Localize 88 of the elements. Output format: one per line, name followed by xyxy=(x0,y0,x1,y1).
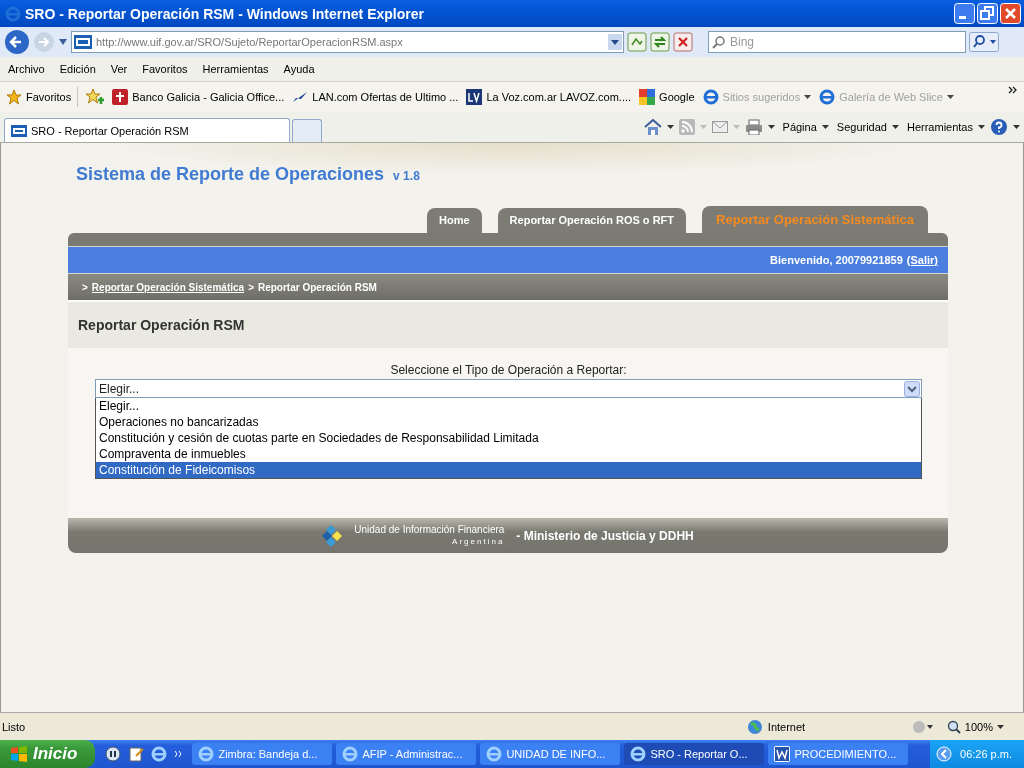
printer-icon[interactable] xyxy=(744,119,763,135)
ministry-name: - Ministerio de Justicia y DDHH xyxy=(516,528,694,543)
site-icon xyxy=(11,124,27,137)
caret-icon[interactable] xyxy=(666,125,674,129)
organization-name: Unidad de Información Financiera xyxy=(354,523,505,536)
address-field[interactable]: http://www.uif.gov.ar/SRO/Sujeto/ReportarOperacionRSM.aspx xyxy=(71,31,624,53)
caret-icon[interactable] xyxy=(1013,125,1020,129)
logout-link[interactable]: (Salir) xyxy=(906,254,938,266)
field-label: Seleccione el Tipo de Operación a Reportar: xyxy=(389,363,628,379)
minimize-icon[interactable] xyxy=(954,3,975,24)
browser-tab[interactable]: SRO - Reportar Operación RSM xyxy=(4,118,290,142)
taskbar-button[interactable]: Zimbra: Bandeja d... xyxy=(192,743,333,765)
favorite-link[interactable]: La Voz.com.ar LAVOZ.com.... xyxy=(466,89,632,105)
caret-icon[interactable] xyxy=(767,125,775,129)
taskbar-button[interactable]: UNIDAD DE INFO... xyxy=(480,743,621,765)
search-icon[interactable] xyxy=(969,32,999,52)
nav-tab[interactable]: Home xyxy=(427,208,482,233)
google-logo-icon xyxy=(639,89,656,105)
zone-label: Internet xyxy=(767,720,806,733)
menu-item[interactable]: Edición xyxy=(59,63,96,75)
site-icon xyxy=(74,35,92,49)
favorite-link[interactable]: Google xyxy=(639,89,695,105)
caret-icon[interactable] xyxy=(891,125,899,129)
menu-item[interactable]: Favoritos xyxy=(142,63,188,75)
taskbar-button[interactable]: SRO - Reportar O... xyxy=(624,743,765,765)
favorites-button[interactable]: Favoritos xyxy=(6,89,72,105)
breadcrumb-separator: > xyxy=(248,281,254,293)
search-field[interactable]: Bing xyxy=(708,31,966,53)
command-menu[interactable]: Página xyxy=(782,121,817,133)
stop-icon[interactable] xyxy=(673,32,693,52)
zoom-icon xyxy=(946,719,961,734)
caret-icon[interactable] xyxy=(58,38,68,46)
add-favorite-icon[interactable] xyxy=(84,88,105,106)
start-button[interactable]: Inicio xyxy=(0,740,96,768)
lv-logo-icon xyxy=(466,89,483,105)
home-icon[interactable] xyxy=(643,119,662,135)
panel-title: Reportar Operación RSM xyxy=(78,317,245,333)
version-label: v 1.8 xyxy=(393,169,420,183)
zoom-level[interactable]: 100% xyxy=(964,720,993,733)
protected-mode-icon[interactable] xyxy=(910,718,933,735)
clock: 06:26 p.m. xyxy=(960,748,1012,760)
favorite-link[interactable]: LAN.com Ofertas de Ultimo ... xyxy=(292,89,459,105)
dropdown-option[interactable]: Operaciones no bancarizadas xyxy=(96,414,921,430)
taskbar-button[interactable]: PROCEDIMIENTO... xyxy=(768,743,909,765)
menu-item[interactable]: Ver xyxy=(110,63,128,75)
breadcrumb-separator: > xyxy=(82,281,88,293)
dropdown-option[interactable]: Elegir... xyxy=(96,398,921,414)
chevron-icon[interactable] xyxy=(1008,86,1018,94)
breadcrumb-current: Reportar Operación RSM xyxy=(257,281,377,293)
status-text: Listo xyxy=(2,720,26,733)
refresh-icon[interactable] xyxy=(650,32,670,52)
dropdown-option[interactable]: Compraventa de inmuebles xyxy=(96,446,921,462)
menu-item[interactable]: Herramientas xyxy=(202,63,269,75)
caret-icon[interactable] xyxy=(821,125,829,129)
maximize-icon[interactable] xyxy=(977,3,998,24)
word-icon xyxy=(774,746,791,762)
dropdown-icon[interactable] xyxy=(904,380,920,397)
media-icon[interactable] xyxy=(105,746,122,762)
window-title: SRO - Reportar Operación RSM - Windows Internet Explorer xyxy=(25,5,425,22)
welcome-text: Bienvenido, 20079921859 xyxy=(770,254,903,266)
favorite-link[interactable]: Banco Galicia - Galicia Office... xyxy=(112,89,285,105)
star-icon xyxy=(6,89,22,105)
nav-tab[interactable]: Reportar Operación ROS o RFT xyxy=(497,208,687,233)
country-name: Argentina xyxy=(451,535,505,548)
caret-icon[interactable] xyxy=(978,125,985,129)
command-menu[interactable]: Seguridad xyxy=(836,121,887,133)
breadcrumb-link[interactable]: Reportar Operación Sistemática xyxy=(91,281,245,293)
menu-item[interactable]: Ayuda xyxy=(283,63,315,75)
dropdown-option[interactable]: Constitución de Fideicomisos xyxy=(96,462,921,478)
windows-logo-icon xyxy=(10,745,28,763)
operation-type-select[interactable]: Elegir... xyxy=(95,379,922,398)
compatibility-icon[interactable] xyxy=(627,32,647,52)
dropdown-option[interactable]: Constitución y cesión de cuotas parte en Sociedades de Responsabilidad Limitada xyxy=(96,430,921,446)
close-icon[interactable] xyxy=(1000,3,1021,24)
url-text: http://www.uif.gov.ar/SRO/Sujeto/ReportarOperacionRSM.aspx xyxy=(96,36,404,48)
bank-logo-icon xyxy=(112,89,129,105)
expand-icon[interactable] xyxy=(936,746,952,762)
dropdown-icon[interactable] xyxy=(608,34,622,50)
menu-item[interactable]: Archivo xyxy=(8,63,45,75)
help-icon[interactable] xyxy=(990,118,1008,136)
site-title: Sistema de Reporte de Operaciones xyxy=(76,164,385,185)
globe-icon xyxy=(746,718,763,735)
taskbar-button[interactable]: AFIP - Administrac... xyxy=(336,743,477,765)
command-menu[interactable]: Herramientas xyxy=(906,121,973,133)
back-icon[interactable] xyxy=(4,29,30,55)
plane-icon xyxy=(292,89,309,105)
notepad-icon[interactable] xyxy=(128,746,145,762)
caret-icon[interactable] xyxy=(997,724,1004,729)
